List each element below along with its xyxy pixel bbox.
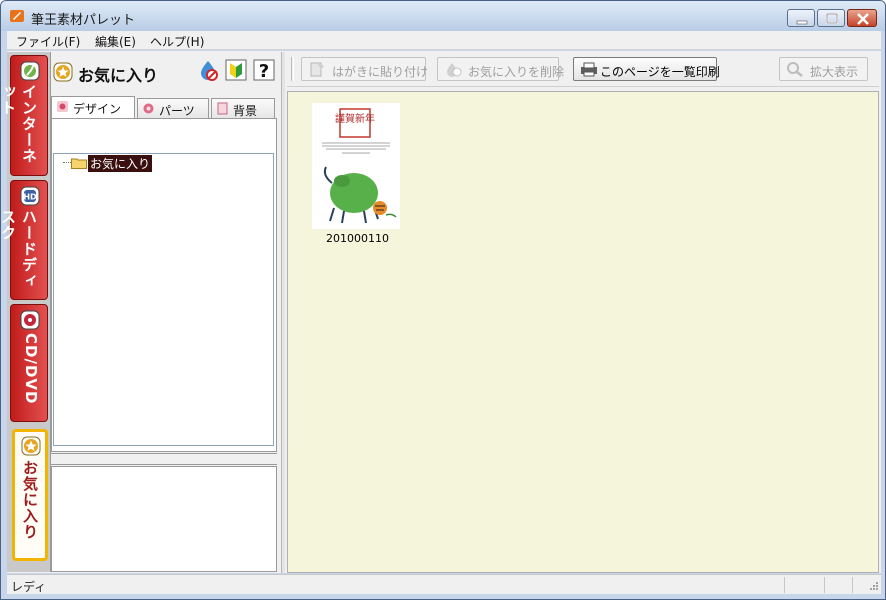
print-page-list-button[interactable]: このページを一覧印刷 — [573, 57, 720, 81]
svg-text:?: ? — [259, 61, 269, 81]
tab-design[interactable]: デザイン — [51, 96, 135, 118]
title-bar[interactable]: 筆王素材パレット — [1, 1, 885, 31]
button-label: このページを一覧印刷 — [600, 65, 720, 79]
folder-icon — [71, 158, 87, 169]
background-tab-icon — [217, 102, 228, 115]
menu-file[interactable]: ファイル(F) — [16, 33, 80, 50]
panel-title: お気に入り — [78, 66, 159, 85]
status-pane — [824, 577, 825, 593]
side-tab-label: お気に入り — [21, 460, 39, 540]
vertical-splitter[interactable] — [281, 52, 285, 573]
folder-tree[interactable]: お気に入り — [53, 153, 274, 446]
tab-label: 背景 — [233, 104, 258, 118]
tab-label: パーツ — [159, 104, 195, 118]
toolbar: はがきに貼り付け お気に入りを削除 このページを一覧印刷 拡大表示 — [287, 53, 879, 87]
paste-to-postcard-button[interactable]: はがきに貼り付け — [301, 57, 429, 81]
beginner-mark-icon[interactable] — [225, 59, 247, 81]
star-icon — [21, 436, 41, 456]
resize-grip-icon[interactable] — [869, 581, 879, 591]
status-bar: レディ — [7, 574, 881, 594]
material-view: 謹賀新年 201000110 — [287, 91, 879, 573]
app-icon — [10, 10, 24, 22]
maximize-button[interactable] — [817, 9, 845, 27]
remove-favorite-icon — [447, 63, 462, 77]
paste-icon — [310, 62, 324, 77]
panel-splitter[interactable] — [51, 453, 277, 465]
menu-bar: ファイル(F) 編集(E) ヘルプ(H) — [7, 31, 881, 50]
magnifier-icon — [787, 62, 803, 77]
button-label: 拡大表示 — [810, 65, 859, 79]
toolbar-grip — [291, 57, 294, 81]
side-tab-label: インターネット — [0, 84, 38, 164]
globe-icon — [20, 61, 40, 81]
side-tab-cd-dvd[interactable]: CD/DVD — [10, 304, 48, 422]
side-tab-internet[interactable]: インターネット — [0, 55, 48, 176]
window-title: 筆王素材パレット — [31, 13, 136, 28]
minimize-icon — [796, 20, 808, 25]
button-label: お気に入りを削除 — [468, 65, 565, 79]
remove-favorite-button[interactable]: お気に入りを削除 — [437, 57, 564, 81]
hard-disk-icon: HD — [20, 186, 40, 206]
side-tab-label: ハードディスク — [0, 209, 38, 289]
thumbnail-filename: 201000110 — [326, 232, 389, 245]
category-tabs: デザイン パーツ 背景 — [51, 96, 277, 118]
side-tab-label: CD/DVD — [22, 333, 40, 405]
side-tab-hard-disk[interactable]: HD ハードディスク — [0, 180, 48, 300]
tab-label: デザイン — [73, 102, 122, 116]
parts-tab-icon — [143, 103, 154, 114]
greeting-text: 謹賀新年 — [335, 112, 375, 125]
menu-help[interactable]: ヘルプ(H) — [150, 33, 204, 50]
remove-favorite-icon[interactable] — [197, 59, 219, 81]
minimize-button[interactable] — [787, 9, 815, 27]
source-tab-strip: インターネット HD ハードディスク CD/DVD お気に入り — [0, 52, 51, 572]
favorites-star-icon — [53, 62, 73, 82]
preview-pane — [51, 466, 277, 572]
close-button[interactable] — [847, 9, 877, 27]
status-pane — [784, 577, 785, 593]
close-icon — [857, 13, 869, 25]
status-text: レディ — [11, 580, 47, 594]
disc-icon — [20, 310, 40, 330]
tree-node-favorites[interactable]: お気に入り — [88, 155, 153, 172]
menu-edit[interactable]: 編集(E) — [95, 33, 136, 50]
button-label: はがきに貼り付け — [332, 65, 429, 79]
tab-background[interactable]: 背景 — [211, 98, 275, 118]
status-pane — [852, 577, 853, 593]
zoom-button[interactable]: 拡大表示 — [779, 57, 868, 81]
side-tab-favorites[interactable]: お気に入り — [12, 429, 48, 561]
app-window: 筆王素材パレット ファイル(F) 編集(E) ヘルプ(H) インターネット HD… — [0, 0, 886, 600]
tab-parts[interactable]: パーツ — [137, 98, 209, 118]
printer-icon — [581, 62, 597, 77]
thumbnail-card[interactable]: 謹賀新年 — [312, 103, 400, 229]
help-icon[interactable]: ? — [253, 59, 275, 81]
maximize-icon — [826, 13, 838, 24]
design-tab-icon — [57, 101, 68, 112]
svg-text:HD: HD — [23, 193, 37, 202]
